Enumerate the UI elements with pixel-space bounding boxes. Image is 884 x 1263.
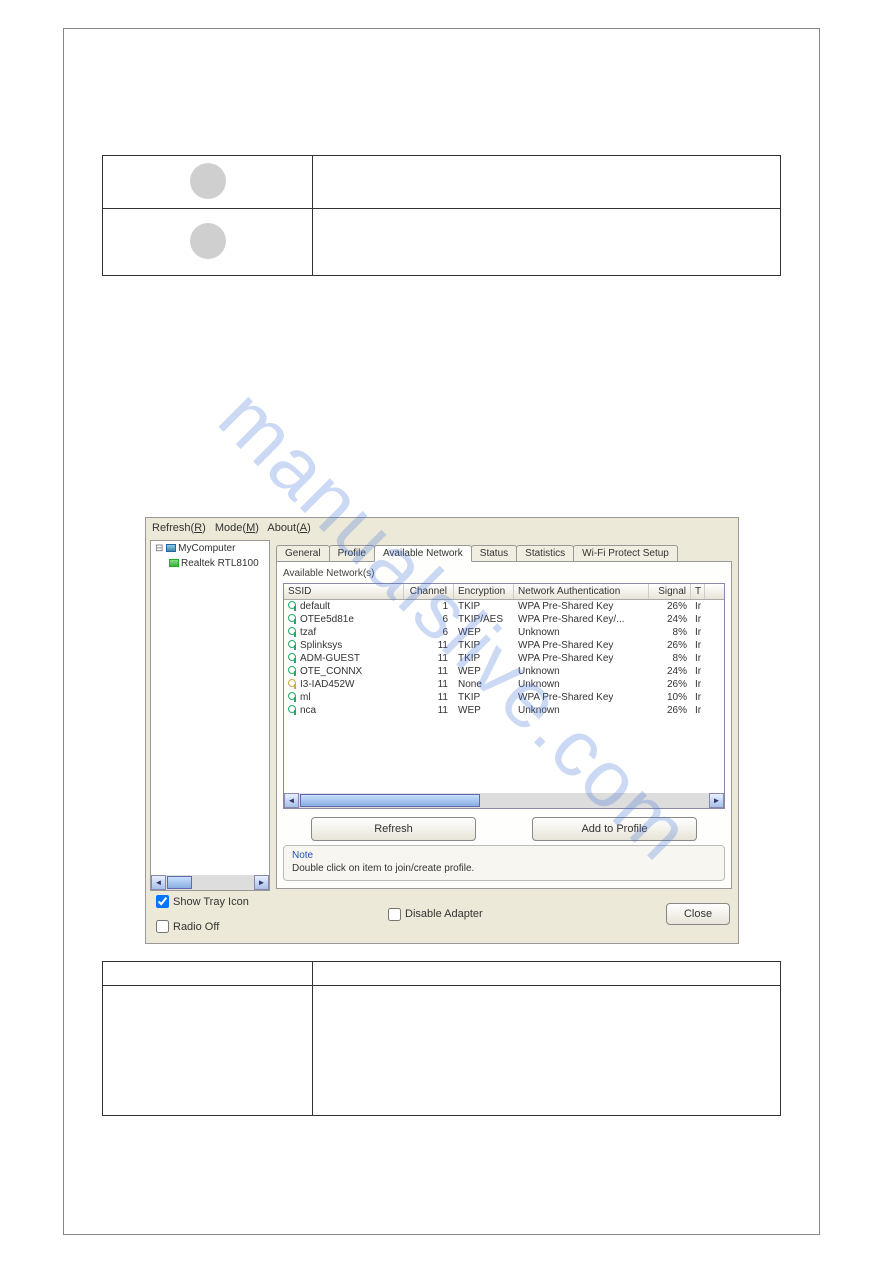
network-row[interactable]: nca11WEPUnknown26%Ir xyxy=(284,704,724,717)
table1-r1-c2 xyxy=(313,156,781,209)
table1-r1-icon xyxy=(103,156,313,209)
note-label: Note xyxy=(292,850,716,861)
radio-off-label: Radio Off xyxy=(173,921,219,933)
tab-statistics[interactable]: Statistics xyxy=(516,545,574,562)
menu-refresh[interactable]: Refresh(R) xyxy=(152,522,206,534)
radio-off-input[interactable] xyxy=(156,920,169,933)
col-encryption[interactable]: Encryption xyxy=(454,584,514,599)
table2-r2-c2 xyxy=(313,986,781,1116)
menubar: Refresh(R) Mode(M) About(A) xyxy=(146,518,738,538)
tab-general[interactable]: General xyxy=(276,545,330,562)
wifi-icon xyxy=(288,692,298,702)
wifi-icon xyxy=(288,679,298,689)
circle-icon xyxy=(190,223,226,259)
wifi-icon xyxy=(288,627,298,637)
wifi-icon xyxy=(288,640,298,650)
wifi-icon xyxy=(288,614,298,624)
bottom-table xyxy=(102,961,781,1116)
add-to-profile-button[interactable]: Add to Profile xyxy=(532,817,697,841)
scroll-left-icon[interactable]: ◄ xyxy=(284,793,299,808)
table2-r1-c2 xyxy=(313,962,781,986)
tree-adapter[interactable]: Realtek RTL8100 xyxy=(151,556,269,571)
tab-wps[interactable]: Wi-Fi Protect Setup xyxy=(573,545,678,562)
network-list[interactable]: SSID Channel Encryption Network Authenti… xyxy=(283,583,725,809)
scroll-left-icon[interactable]: ◄ xyxy=(151,875,166,890)
network-row[interactable]: OTE_CONNX11WEPUnknown24%Ir xyxy=(284,665,724,678)
note-text: Double click on item to join/create prof… xyxy=(292,863,716,874)
tree-mycomputer[interactable]: MyComputer xyxy=(151,541,269,556)
table1-r2-icon xyxy=(103,209,313,276)
wireless-utility-window: Refresh(R) Mode(M) About(A) MyComputer R… xyxy=(145,517,739,944)
show-tray-input[interactable] xyxy=(156,895,169,908)
network-row[interactable]: I3-IAD452W11NoneUnknown26%Ir xyxy=(284,678,724,691)
scroll-right-icon[interactable]: ► xyxy=(709,793,724,808)
network-row[interactable]: ml11TKIPWPA Pre-Shared Key10%Ir xyxy=(284,691,724,704)
network-row[interactable]: tzaf6WEPUnknown8%Ir xyxy=(284,626,724,639)
top-table xyxy=(102,155,781,276)
list-scrollbar[interactable]: ◄ ► xyxy=(284,793,724,808)
circle-icon xyxy=(190,163,226,199)
show-tray-checkbox[interactable]: Show Tray Icon xyxy=(156,895,368,908)
wifi-icon xyxy=(288,666,298,676)
bottom-bar: Show Tray Icon Radio Off Disable Adapter… xyxy=(146,893,738,939)
show-tray-label: Show Tray Icon xyxy=(173,896,249,908)
col-ssid[interactable]: SSID xyxy=(284,584,404,599)
nic-icon xyxy=(169,559,179,567)
col-auth[interactable]: Network Authentication xyxy=(514,584,649,599)
network-row[interactable]: default1TKIPWPA Pre-Shared Key26%Ir xyxy=(284,600,724,613)
table2-r1-c1 xyxy=(103,962,313,986)
computer-icon xyxy=(166,544,176,552)
close-button[interactable]: Close xyxy=(666,903,730,925)
menu-about[interactable]: About(A) xyxy=(267,522,310,534)
table1-r2-c2 xyxy=(313,209,781,276)
col-trunc[interactable]: T xyxy=(691,584,705,599)
wifi-icon xyxy=(288,705,298,715)
menu-mode[interactable]: Mode(M) xyxy=(215,522,259,534)
network-row[interactable]: Splinksys11TKIPWPA Pre-Shared Key26%Ir xyxy=(284,639,724,652)
disable-adapter-checkbox[interactable]: Disable Adapter xyxy=(388,908,646,921)
tree-scrollbar[interactable]: ◄ ► xyxy=(151,875,269,890)
tab-strip: General Profile Available Network Status… xyxy=(276,542,732,562)
tab-profile[interactable]: Profile xyxy=(329,545,375,562)
scroll-right-icon[interactable]: ► xyxy=(254,875,269,890)
wifi-icon xyxy=(288,601,298,611)
disable-adapter-input[interactable] xyxy=(388,908,401,921)
right-pane: General Profile Available Network Status… xyxy=(270,538,738,893)
tab-available-network[interactable]: Available Network xyxy=(374,545,472,562)
table2-r2-c1 xyxy=(103,986,313,1116)
list-header: SSID Channel Encryption Network Authenti… xyxy=(284,584,724,600)
button-row: Refresh Add to Profile xyxy=(283,817,725,841)
network-row[interactable]: OTEe5d81e6TKIP/AESWPA Pre-Shared Key/...… xyxy=(284,613,724,626)
tab-status[interactable]: Status xyxy=(471,545,517,562)
refresh-button[interactable]: Refresh xyxy=(311,817,476,841)
disable-adapter-label: Disable Adapter xyxy=(405,908,483,920)
note-box: Note Double click on item to join/create… xyxy=(283,845,725,881)
col-signal[interactable]: Signal xyxy=(649,584,691,599)
tree-adapter-label: Realtek RTL8100 xyxy=(181,558,259,569)
adapter-tree[interactable]: MyComputer Realtek RTL8100 ◄ ► xyxy=(150,540,270,891)
col-channel[interactable]: Channel xyxy=(404,584,454,599)
radio-off-checkbox[interactable]: Radio Off xyxy=(156,920,368,933)
tree-root-label: MyComputer xyxy=(178,543,235,554)
group-label: Available Network(s) xyxy=(283,568,725,579)
scroll-thumb[interactable] xyxy=(300,794,480,807)
network-row[interactable]: ADM-GUEST11TKIPWPA Pre-Shared Key8%Ir xyxy=(284,652,724,665)
wifi-icon xyxy=(288,653,298,663)
list-body: default1TKIPWPA Pre-Shared Key26%IrOTEe5… xyxy=(284,600,724,717)
scroll-thumb[interactable] xyxy=(167,876,192,889)
tab-content: Available Network(s) SSID Channel Encryp… xyxy=(276,561,732,889)
